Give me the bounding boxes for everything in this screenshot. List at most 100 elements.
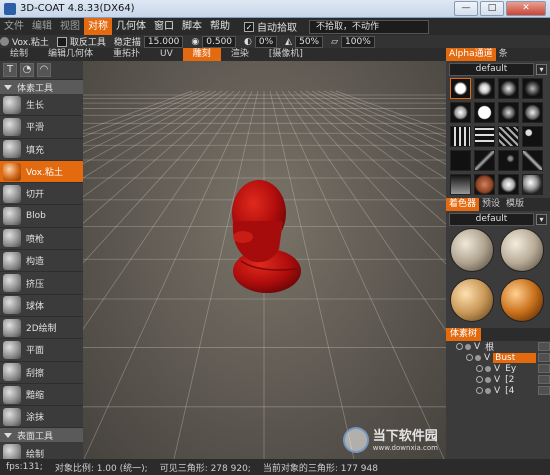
minimize-button[interactable]: — [454,1,478,16]
visibility-eye-icon[interactable] [456,343,463,350]
tool-smooth[interactable]: 平滑 [0,116,83,139]
tool-2d-paint[interactable]: 2D绘制 [0,317,83,340]
alpha-item[interactable] [498,102,519,123]
alpha-item[interactable] [450,126,471,147]
alpha-item[interactable] [522,174,543,195]
shader-item[interactable] [450,228,494,272]
room-uv[interactable]: UV [150,48,183,61]
layer-name: Bust [493,352,536,363]
tool-blob[interactable]: Blob [0,205,83,228]
pick-mode-dropdown[interactable]: 不拾取，不动作 [309,19,429,34]
alpha-item[interactable] [474,78,495,99]
room-retopo[interactable]: 重拓扑 [103,48,150,61]
room-sculpt[interactable]: 雕刻 [182,48,221,61]
room-paint[interactable]: 绘制 [0,48,38,61]
alpha-item[interactable] [498,126,519,147]
voxtree-row[interactable]: V [4 [446,385,550,396]
tab-strip[interactable]: 条 [496,48,511,61]
alpha-item[interactable] [522,126,543,147]
tab-shaders[interactable]: 着色器 [446,198,480,211]
menu-geometry[interactable]: 几何体 [112,18,150,35]
room-render[interactable]: 渲染 [221,48,259,61]
alpha-item[interactable] [498,150,519,171]
alpha-item[interactable] [450,150,471,171]
3d-viewport[interactable]: 当下软件园 www.downxia.com [83,61,446,459]
alpha-item[interactable] [474,150,495,171]
alpha-item[interactable] [522,78,543,99]
alpha-item[interactable] [450,78,471,99]
alpha-item[interactable] [498,174,519,195]
tool-fill[interactable]: 填充 [0,139,83,161]
layer-swatch[interactable] [538,353,550,362]
depth-field[interactable]: ◭ 50% [285,35,324,48]
shader-grid [450,228,546,322]
alpha-item[interactable] [498,78,519,99]
alpha-item[interactable] [522,102,543,123]
tool-grow[interactable]: 生长 [0,94,83,117]
tool-build[interactable]: 构造 [0,250,83,273]
layer-swatch[interactable] [538,364,550,373]
tool-airbrush[interactable]: 喷枪 [0,228,83,251]
invert-tool-toggle[interactable]: 取反工具 [56,35,106,48]
tool-pinch[interactable]: 黯缩 [0,384,83,407]
plane-field[interactable]: ▱ 100% [331,35,375,48]
voxtree-row[interactable]: V Ey [446,363,550,374]
tool-scrape[interactable]: 刮擦 [0,362,83,384]
shader-item[interactable] [500,228,544,272]
brush-icon[interactable]: ◔ [20,63,34,77]
shader-item[interactable] [450,278,494,322]
voxtree-row[interactable]: V根 [446,341,550,353]
alpha-item[interactable] [450,102,471,123]
visibility-eye-icon[interactable] [476,376,483,383]
room-edit-geometry[interactable]: 编辑几何体 [38,48,103,61]
tab-alpha[interactable]: Alpha通道 [446,48,496,61]
tab-templates[interactable]: 模版 [503,198,527,211]
visibility-eye-icon[interactable] [476,387,483,394]
visibility-eye-icon[interactable] [466,354,473,361]
alpha-item[interactable] [474,102,495,123]
layer-swatch[interactable] [538,375,550,384]
menu-view[interactable]: 视图 [56,18,84,35]
sculpt-bust-model[interactable] [232,180,301,293]
shader-item[interactable] [500,278,544,322]
menu-script[interactable]: 脚本 [178,18,206,35]
voxtree-title[interactable]: 体素树 [446,328,482,341]
alpha-options-icon[interactable]: ▾ [536,64,547,75]
close-button[interactable]: ✕ [506,1,546,16]
text-tool-icon[interactable]: T [3,63,17,77]
tool-sphere[interactable]: 球体 [0,295,83,317]
layer-swatch[interactable] [538,342,550,351]
layer-name: [4 [505,385,515,396]
menu-symmetry[interactable]: 对称 [84,18,112,35]
material-preset-dropdown[interactable]: default [449,213,534,226]
radius-field[interactable]: ◉ 0.500 [191,35,237,48]
alpha-item[interactable] [522,150,543,171]
tool-vox-clay[interactable]: Vox.粘土 [0,160,83,184]
tool-smudge[interactable]: 涂抹 [0,406,83,429]
material-options-icon[interactable]: ▾ [536,214,547,225]
alpha-item[interactable] [474,126,495,147]
layer-swatch[interactable] [538,386,550,395]
tool-extrude[interactable]: 挤压 [0,272,83,295]
auto-pick-toggle[interactable]: ✓ 自动拾取 [244,19,297,34]
stabilize-field[interactable]: 稳定描 15.000 [114,35,184,48]
visibility-eye-icon[interactable] [476,365,483,372]
menu-file[interactable]: 文件 [0,18,28,35]
smooth-field[interactable]: ◐ 0% [244,35,278,48]
tool-cut[interactable]: 切开 [0,183,83,206]
tool-flatten[interactable]: 平面 [0,339,83,362]
alpha-preset-dropdown[interactable]: default [449,63,534,76]
tab-presets[interactable]: 预设 [479,198,503,211]
stroke-icon[interactable]: ◠ [37,63,51,77]
surface-tools-header[interactable]: 表面工具 [0,428,83,443]
room-camera[interactable]: [摄像机] [259,48,313,61]
voxel-tools-header[interactable]: 体素工具 [0,80,83,94]
menu-window[interactable]: 窗口 [150,18,178,35]
voxtree-row[interactable]: V Bust [446,352,550,363]
voxtree-row[interactable]: V [2 [446,374,550,385]
menu-help[interactable]: 帮助 [206,18,234,35]
menu-edit[interactable]: 编辑 [28,18,56,35]
alpha-item[interactable] [450,174,471,195]
alpha-item[interactable] [474,174,495,195]
maximize-button[interactable]: □ [480,1,504,16]
